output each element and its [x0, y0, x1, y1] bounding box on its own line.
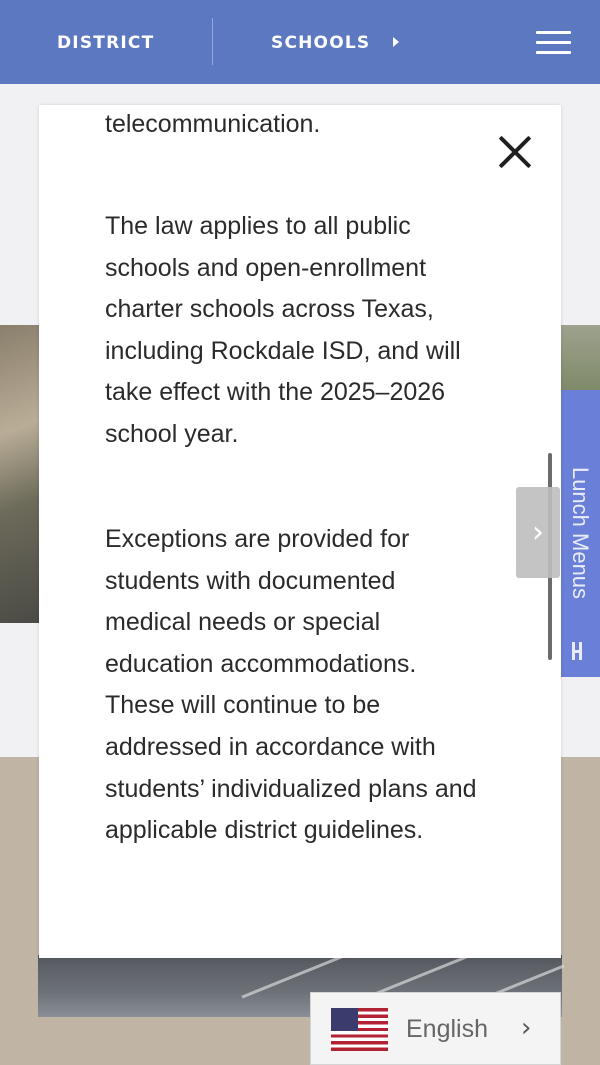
carousel-next-button[interactable]: › — [516, 487, 560, 578]
fork-knife-icon — [569, 640, 591, 662]
chevron-right-icon: › — [532, 515, 544, 550]
lunch-menus-label: Lunch Menus — [568, 466, 593, 600]
lunch-menus-tab[interactable]: Lunch Menus — [560, 390, 600, 677]
menu-icon[interactable] — [536, 31, 571, 55]
modal-paragraph: The law applies to all public schools an… — [105, 212, 461, 448]
caret-right-icon — [393, 37, 399, 47]
background-photo-left — [0, 325, 40, 623]
modal-paragraph: telecommunication. — [105, 110, 321, 138]
nav-district-link[interactable]: DISTRICT — [57, 33, 154, 53]
nav-divider — [212, 18, 213, 65]
language-label: English — [406, 1015, 488, 1043]
top-navigation-bar: DISTRICT SCHOOLS — [0, 0, 600, 84]
close-icon[interactable] — [496, 133, 534, 171]
nav-schools-link[interactable]: SCHOOLS — [271, 33, 370, 53]
us-flag-icon — [331, 1008, 388, 1051]
modal-paragraph: Exceptions are provided for students wit… — [105, 525, 477, 845]
background-photo-right — [560, 325, 600, 390]
announcement-modal: telecommunication. The law applies to al… — [39, 105, 561, 958]
language-selector[interactable]: English › — [310, 992, 561, 1065]
chevron-right-icon: › — [521, 1013, 532, 1043]
